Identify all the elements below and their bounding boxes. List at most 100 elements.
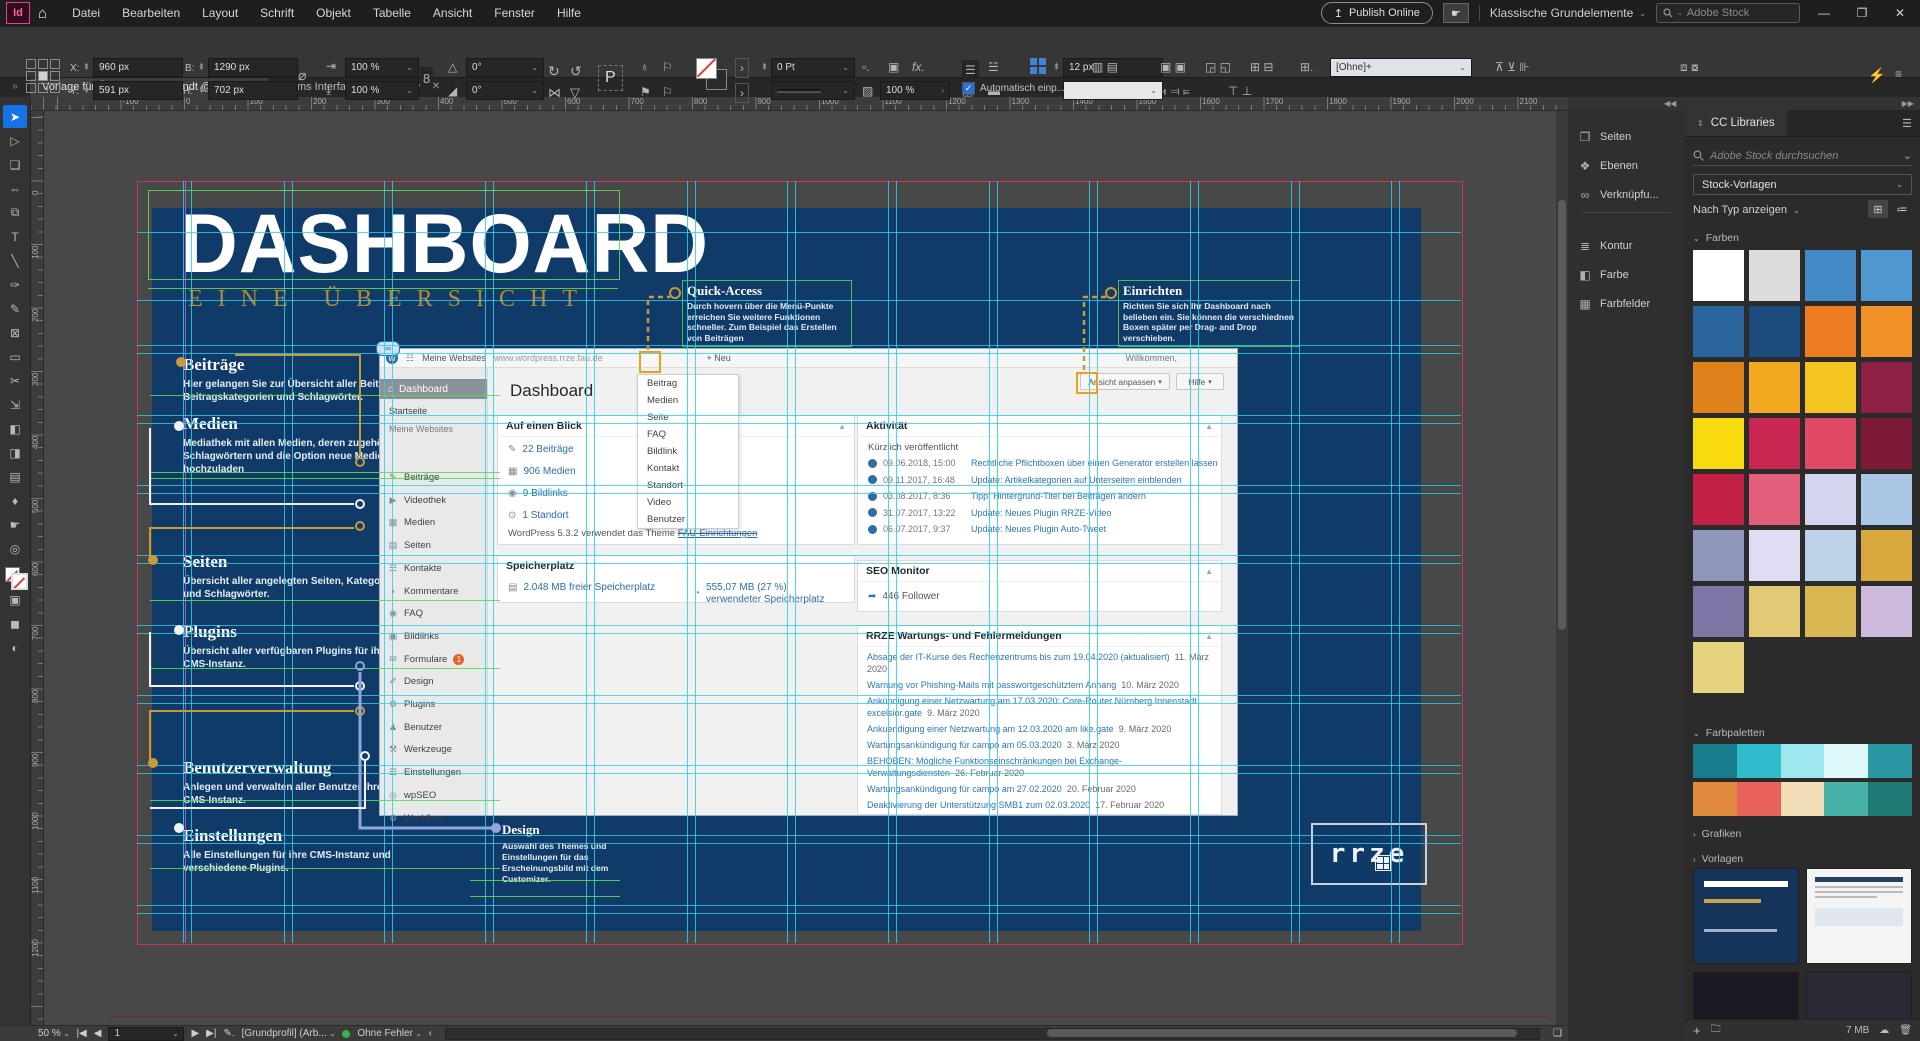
selection-tool-icon[interactable]: ➤: [3, 105, 27, 128]
rotate-ccw-icon[interactable]: ↺: [570, 63, 582, 80]
columns-icons[interactable]: ▥ ▤: [1092, 60, 1118, 74]
preset-icon[interactable]: ⊞.: [1300, 60, 1313, 74]
wp-storage-used[interactable]: ◔555,07 MB (27 %) verwendeter Speicherpl…: [694, 582, 844, 606]
dock-tab-seiten[interactable]: ❐Seiten: [1568, 124, 1685, 150]
section-graphics[interactable]: ›Grafiken: [1693, 828, 1741, 840]
wp-glance-0[interactable]: ✎22 Beiträge: [508, 444, 574, 455]
menu-objekt[interactable]: Objekt: [305, 0, 362, 26]
pen-tool-icon[interactable]: ✑: [3, 273, 27, 296]
wp-site-name[interactable]: Meine Websites: [422, 353, 486, 363]
color-swatch[interactable]: [1693, 586, 1744, 637]
rotate-cw-icon[interactable]: ↻: [548, 63, 560, 80]
wp-activity-entry[interactable]: 09.11.2017, 16:48Update: Artikelkategori…: [868, 475, 1182, 485]
align-left-icons[interactable]: ⫣ ⫤ ⫢: [1160, 84, 1190, 99]
wp-feed-entry[interactable]: Wartungsankündigung für campo am 27.02.2…: [867, 784, 1213, 796]
dock-tab-kontur[interactable]: ≣Kontur: [1568, 233, 1685, 259]
wp-theme-link[interactable]: FAU-Einrichtungen: [678, 528, 758, 539]
wp-feed-entry[interactable]: Deaktivierung der Unterstützung SMB1 zum…: [867, 800, 1213, 812]
stroke-weight-input[interactable]: 0 Pt⌄: [771, 58, 855, 77]
collapse-icon[interactable]: ▲: [1205, 422, 1213, 431]
scroll-left-icon[interactable]: ‹: [429, 1028, 432, 1039]
wp-feed-entry[interactable]: Absage der IT-Kurse des Rechenzentrums b…: [867, 652, 1213, 675]
wp-feed-entry[interactable]: BEHOBEN: Mögliche Funktionseinschränkung…: [867, 756, 1213, 779]
wp-sidebar-item-videothek[interactable]: ▶Videothek: [380, 495, 487, 506]
color-swatch[interactable]: [1693, 362, 1744, 413]
add-item-icon[interactable]: +: [1693, 1023, 1701, 1038]
list-view-icon[interactable]: ≔: [1892, 200, 1912, 218]
relink-icon[interactable]: ♁: [640, 60, 649, 74]
flip-horizontal-icon[interactable]: ⋈: [548, 85, 561, 101]
menu-layout[interactable]: Layout: [191, 0, 249, 26]
type-tool-icon[interactable]: T: [3, 225, 27, 248]
next-page-icon[interactable]: ▶: [191, 1028, 199, 1039]
home-icon[interactable]: ⌂: [38, 5, 47, 22]
select-container-icon[interactable]: P: [598, 65, 623, 91]
gradient-tool-icon[interactable]: ◧: [3, 417, 27, 440]
effects-icon[interactable]: fx.: [912, 60, 925, 74]
adobe-stock-search[interactable]: ⌄ Adobe Stock: [1656, 3, 1800, 23]
reference-point-proxy[interactable]: [26, 59, 60, 93]
color-swatch[interactable]: [1805, 418, 1856, 469]
template-thumbnail[interactable]: [1806, 868, 1912, 964]
section-colors[interactable]: ⌄Farben: [1693, 232, 1739, 244]
hierarchy2-icon[interactable]: ⚑: [640, 85, 651, 99]
minimize-button[interactable]: —: [1810, 2, 1838, 24]
wp-sidebar-item-kontakte[interactable]: ☷Kontakte: [380, 563, 487, 574]
align-top-icons[interactable]: ⊤ ⊥: [1228, 84, 1252, 98]
gradient-feather-tool-icon[interactable]: ◨: [3, 441, 27, 464]
color-swatch[interactable]: [1693, 306, 1744, 357]
color-palette-1[interactable]: [1693, 744, 1912, 778]
gap-tool-icon[interactable]: ⇔: [3, 177, 27, 200]
share-screen-icon[interactable]: ☛: [1443, 3, 1469, 23]
hand-tool-icon[interactable]: ☛: [3, 513, 27, 536]
wp-sidebar-item-workflow[interactable]: ♻Workflow: [380, 813, 487, 824]
formatting-container-icon[interactable]: ▣: [3, 588, 27, 611]
wp-glance-1[interactable]: ▦906 Medien: [508, 466, 576, 477]
wp-feed-entry[interactable]: Wartungsankündigung für campo am 05.03.2…: [867, 740, 1213, 752]
wp-glance-2[interactable]: ◉9 Bildlinks: [508, 488, 568, 499]
color-swatch[interactable]: [1693, 250, 1744, 301]
prev-page-icon[interactable]: ◀: [94, 1028, 102, 1039]
preflight-profile[interactable]: [Grundprofil] (Arb... ⌄: [242, 1028, 336, 1039]
color-swatch[interactable]: [1693, 530, 1744, 581]
page-number-input[interactable]: 1⌄: [108, 1027, 184, 1041]
color-swatch[interactable]: [1749, 306, 1800, 357]
rectangle-tool-icon[interactable]: ▭: [3, 345, 27, 368]
page-tool-icon[interactable]: ❏: [3, 153, 27, 176]
delete-icon[interactable]: 🗑: [1899, 1025, 1912, 1036]
wp-sidebar-item-wpseo[interactable]: ◎wpSEO: [380, 790, 487, 801]
wp-help-button[interactable]: Hilfe▾: [1176, 373, 1224, 390]
publish-online-button[interactable]: ↥ Publish Online: [1321, 2, 1433, 24]
zoom-tool-icon[interactable]: ◎: [3, 537, 27, 560]
fill-stroke-proxy[interactable]: [696, 58, 726, 88]
panel-toggle-icon[interactable]: ❏: [1553, 1028, 1568, 1039]
color-swatch[interactable]: [1861, 530, 1912, 581]
section-palettes[interactable]: ⌄Farbpaletten: [1693, 727, 1765, 739]
color-swatch[interactable]: [1805, 586, 1856, 637]
y-input[interactable]: 591 px: [93, 81, 183, 100]
fill-stroke-swatches[interactable]: [5, 567, 25, 587]
hierarchy-icon[interactable]: ⚐: [662, 60, 673, 74]
wp-new-menu-seite[interactable]: Seite: [638, 409, 738, 426]
height-input[interactable]: 702 px: [208, 81, 298, 100]
first-page-icon[interactable]: |◀: [76, 1028, 86, 1039]
x-input[interactable]: 960 px: [93, 58, 183, 77]
dock-tab-ebenen[interactable]: ❖Ebenen: [1568, 153, 1685, 179]
wp-sidebar-item-formulare[interactable]: ✉Formulare1: [380, 654, 487, 665]
fitframe-icons[interactable]: ▣ ▣: [1160, 60, 1186, 74]
frame-tool-icon[interactable]: ⊠: [3, 321, 27, 344]
color-swatch[interactable]: [1749, 418, 1800, 469]
opacity-input[interactable]: 100 %›: [880, 81, 950, 100]
panel-menu-icon[interactable]: ≡: [1895, 67, 1902, 81]
menu-hilfe[interactable]: Hilfe: [546, 0, 592, 26]
rotation-input[interactable]: 0°⌄: [466, 58, 544, 77]
template-thumbnail[interactable]: [1693, 868, 1799, 964]
drop-shadow-icon[interactable]: ▣: [888, 60, 899, 74]
color-swatch[interactable]: [1749, 474, 1800, 525]
collapse-icon[interactable]: ▲: [838, 422, 846, 431]
constrain-scale-icon[interactable]: 8: [420, 67, 433, 90]
wp-activity-entry[interactable]: 31.07.2017, 13:22Update: Neues Plugin RR…: [868, 508, 1111, 518]
collapse-icon[interactable]: ▲: [1205, 632, 1213, 641]
wp-new-menu-medien[interactable]: Medien: [638, 392, 738, 409]
cc-libraries-tab[interactable]: ⇕CC Libraries: [1685, 110, 1787, 136]
